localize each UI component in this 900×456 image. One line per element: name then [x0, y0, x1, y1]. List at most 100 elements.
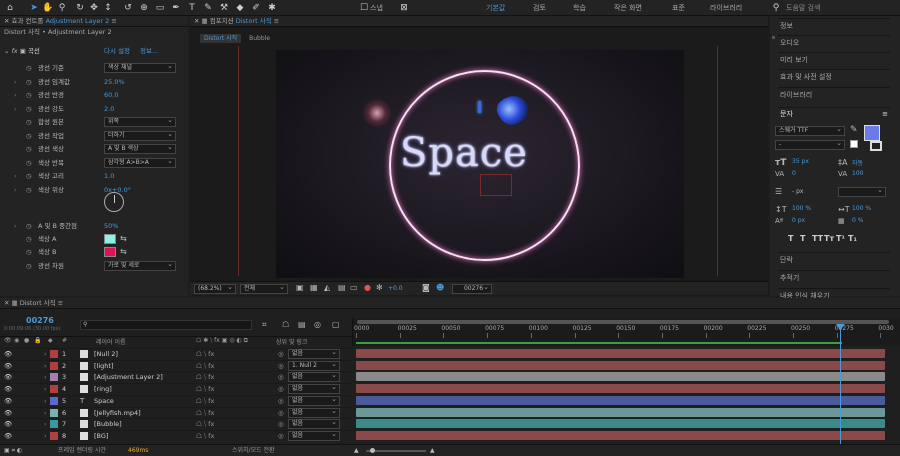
layer-label-color[interactable] [50, 373, 58, 382]
effect-property-value[interactable]: 2.0 [104, 103, 114, 115]
right-panel-item[interactable]: 라이브러리 [778, 87, 890, 101]
motion-blur-icon[interactable]: ◎ [314, 320, 321, 329]
time-navigator[interactable] [357, 320, 889, 324]
visibility-toggle-icon[interactable]: 👁 [4, 349, 12, 359]
layer-switches[interactable]: ☖ ⧹ fx [196, 396, 214, 406]
right-panel-item[interactable]: 미리 보기 [778, 52, 890, 66]
parent-dropdown[interactable]: 없음 [288, 348, 340, 359]
stopwatch-icon[interactable]: ◷ [26, 103, 32, 115]
stopwatch-icon[interactable]: ◷ [26, 89, 32, 101]
expand-arrow-icon[interactable]: › [44, 431, 47, 441]
layer-name-header[interactable]: 레이어 이름 [96, 337, 126, 346]
stopwatch-icon[interactable]: ◷ [26, 62, 32, 74]
layer-switches[interactable]: ☖ ⧹ fx [196, 431, 214, 441]
expand-arrow-icon[interactable]: › [14, 89, 17, 101]
show-snapshot-icon[interactable]: ☻ [436, 283, 444, 292]
panel-menu-icon[interactable]: ≡ [111, 17, 116, 25]
exposure-reset-icon[interactable]: ✻ [376, 283, 383, 292]
pan-tool-icon[interactable]: ✥ [88, 2, 100, 14]
expand-arrow-icon[interactable]: ⌄ [4, 47, 12, 55]
selection-tool-icon[interactable]: ➤ [28, 2, 40, 14]
color-swatch[interactable] [104, 234, 116, 244]
pickwhip-icon[interactable]: ◎ [278, 361, 284, 371]
eraser-tool-icon[interactable]: ◆ [234, 2, 246, 14]
stopwatch-icon[interactable]: ◷ [26, 157, 32, 169]
graph-editor-icon[interactable]: ▢ [332, 320, 340, 329]
visibility-toggle-icon[interactable]: 👁 [4, 431, 12, 441]
layer-label-color[interactable] [50, 431, 58, 440]
exposure-value[interactable]: +0.0 [388, 285, 403, 292]
vertical-scale-value[interactable]: 100 % [792, 205, 811, 212]
snap-checkbox-icon[interactable]: ☐ [358, 2, 370, 14]
snap-options-icon[interactable]: ⊠ [398, 2, 410, 14]
effect-property-value[interactable]: 50% [104, 220, 118, 232]
expand-arrow-icon[interactable]: › [44, 349, 47, 359]
layer-switches[interactable]: ☖ ⧹ fx [196, 384, 214, 394]
workspace-review[interactable]: 검토 [533, 3, 546, 13]
layer-duration-bar[interactable] [356, 430, 885, 440]
pen-tool-icon[interactable]: ✒ [170, 2, 182, 14]
stroke-style-dropdown[interactable] [838, 186, 886, 197]
close-icon[interactable]: ✕ [4, 299, 12, 307]
expand-arrow-icon[interactable]: › [14, 170, 17, 182]
layer-duration-bar[interactable] [356, 360, 885, 370]
subtab-distort[interactable]: Distort 사직 [200, 34, 242, 43]
workspace-standard[interactable]: 표준 [672, 3, 685, 13]
fill-color-swatch[interactable] [864, 125, 880, 141]
right-panel-item[interactable]: 오디오 [778, 35, 890, 49]
layer-name[interactable]: [ring] [94, 384, 112, 394]
hand-tool-icon[interactable]: ✋ [42, 2, 54, 14]
workspace-learn[interactable]: 학습 [573, 3, 586, 13]
zoom-in-icon[interactable]: ▲ [430, 445, 435, 456]
transparency-grid-icon[interactable]: ▦ [310, 283, 318, 292]
layer-name[interactable]: [Bubble] [94, 419, 122, 429]
layer-duration-bar[interactable] [356, 395, 885, 405]
playhead-line[interactable] [840, 326, 841, 446]
expand-arrow-icon[interactable]: › [44, 384, 47, 394]
timeline-current-time[interactable]: 00276 [26, 316, 54, 325]
tracking-value[interactable]: 100 [852, 170, 863, 177]
stopwatch-icon[interactable]: ◷ [26, 233, 32, 245]
toggle-switches-icon[interactable]: ▣ ⌗ ◐ [4, 445, 22, 456]
leading-value[interactable]: 자동 [852, 158, 863, 167]
type-tool-icon[interactable]: T [186, 2, 198, 14]
stroke-width-value[interactable]: - px [792, 188, 803, 195]
effect-controls-tab[interactable]: 효과 컨트롤 [12, 17, 44, 25]
stopwatch-icon[interactable]: ◷ [26, 130, 32, 142]
workspace-libraries[interactable]: 라이브러리 [710, 3, 742, 13]
zoom-slider[interactable] [366, 448, 426, 453]
layer-label-color[interactable] [50, 361, 58, 370]
layer-duration-bar[interactable] [356, 372, 885, 382]
expand-arrow-icon[interactable]: › [14, 76, 17, 88]
pickwhip-icon[interactable]: ◎ [278, 419, 284, 429]
visibility-toggle-icon[interactable]: 👁 [4, 372, 12, 382]
effect-property-dropdown[interactable]: 위쪽 [104, 116, 176, 127]
comp-flowchart-icon[interactable]: ⌗ [262, 320, 267, 330]
font-family-dropdown[interactable]: 스웨거 TTF [775, 125, 845, 136]
kerning-value[interactable]: 0 [792, 170, 796, 177]
eyedropper-icon[interactable]: ✎ [850, 125, 858, 135]
layer-switches[interactable]: ☖ ⧹ fx [196, 408, 214, 418]
eyedropper-icon[interactable]: ⇆ [120, 246, 127, 258]
layer-label-color[interactable] [50, 420, 58, 429]
layer-switches[interactable]: ☖ ⧹ fx [196, 419, 214, 429]
rotate-tool-icon[interactable]: ↺ [122, 2, 134, 14]
visibility-toggle-icon[interactable]: 👁 [4, 408, 12, 418]
work-area-bar[interactable] [356, 342, 842, 344]
layer-row[interactable]: 👁 › 4 [ring] ☖ ⧹ fx ◎ 없음 [0, 383, 352, 395]
layer-search-input[interactable]: ⚲ [80, 320, 252, 330]
layer-switches[interactable]: ☖ ⧹ fx [196, 361, 214, 371]
help-search-input[interactable]: 도움말 검색 [786, 3, 820, 13]
composition-canvas[interactable]: Space [276, 50, 684, 278]
fx-toggle-icon[interactable]: ▣ [20, 47, 28, 55]
expand-arrow-icon[interactable]: › [14, 103, 17, 115]
close-icon[interactable]: ✕ [4, 17, 12, 25]
about-link[interactable]: 정보... [140, 45, 158, 55]
text-style-button[interactable]: TT [812, 234, 823, 243]
stroke-color-swatch[interactable] [870, 141, 882, 151]
layer-row[interactable]: 👁 › 1 [Null 2] ☖ ⧹ fx ◎ 없음 [0, 348, 352, 359]
layer-name[interactable]: Space [94, 396, 114, 406]
view-layout-icon[interactable]: ▭ [350, 283, 358, 292]
guides-icon[interactable]: ▤ [338, 283, 346, 292]
zoom-out-icon[interactable]: ▲ [354, 445, 359, 456]
